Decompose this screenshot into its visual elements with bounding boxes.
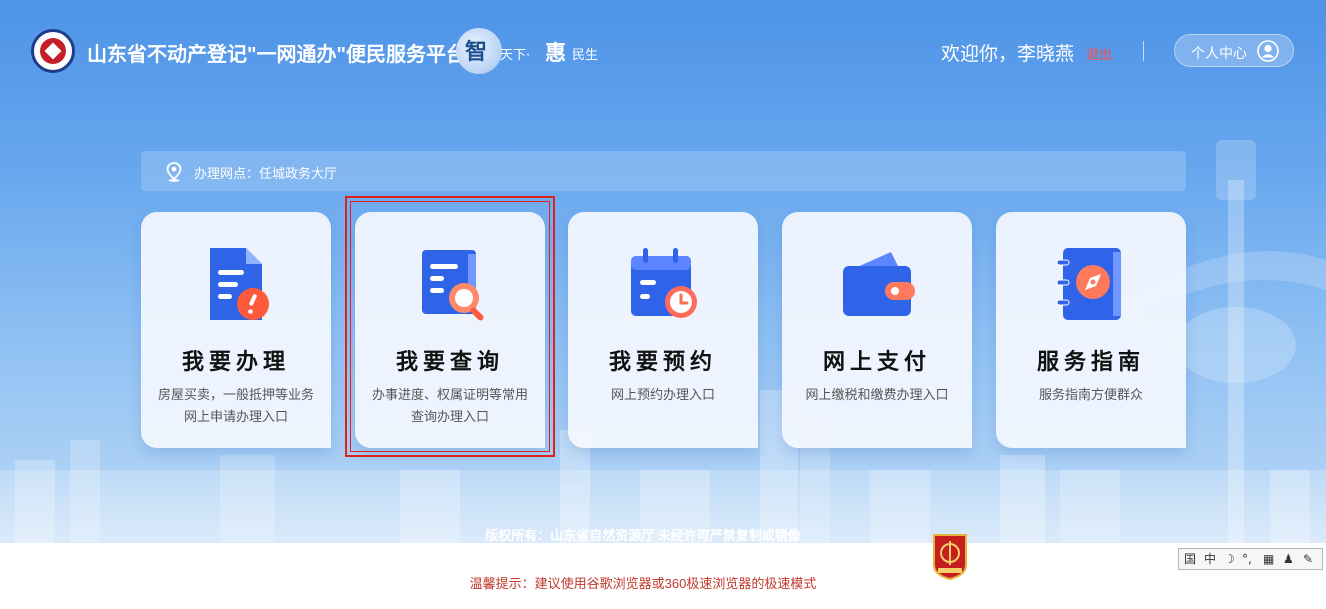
- card-online-payment[interactable]: 网上支付 网上缴税和缴费办理入口: [782, 212, 972, 448]
- logout-link[interactable]: 退出: [1086, 44, 1112, 63]
- service-location-bar: 办理网点：任城政务大厅: [141, 151, 1186, 191]
- slogan-minsheng: 民生: [572, 48, 599, 63]
- ime-punctuation-icon[interactable]: °,: [1242, 550, 1252, 568]
- card-online-payment-title: 网上支付: [822, 349, 931, 374]
- ime-half-width-icon[interactable]: ☽: [1224, 550, 1235, 568]
- header-divider: [1143, 41, 1144, 61]
- wallet-icon: [843, 252, 915, 316]
- document-alert-icon: [210, 248, 269, 320]
- service-location-label: 办理网点：任城政务大厅: [194, 166, 338, 181]
- copyright-notice: 版权所有：山东省自然资源厅 未经许可严禁复制或镜像: [485, 528, 801, 543]
- slogan-hui: 惠: [545, 40, 566, 65]
- slogan-tianxia: 天下·: [500, 48, 531, 63]
- card-apply[interactable]: 我要办理 房屋买卖，一般抵押等业务网上申请办理入口: [141, 212, 331, 448]
- compass-book-icon: [1056, 248, 1121, 320]
- personal-center-button[interactable]: 个人中心: [1174, 34, 1294, 67]
- card-appointment-description: 网上预约办理入口: [610, 387, 715, 402]
- ime-toolbar[interactable]: 国 中 ☽ °, ▦ ♟ ✎: [1178, 548, 1323, 570]
- card-service-guide[interactable]: 服务指南 服务指南方便群众: [996, 212, 1186, 448]
- slogan-zhi: 智: [465, 39, 488, 65]
- ime-chinese-mode-icon[interactable]: 中: [1204, 550, 1216, 568]
- personal-center-label: 个人中心: [1191, 45, 1247, 61]
- card-apply-description: 房屋买卖，一般抵押等业务网上申请办理入口: [157, 387, 314, 424]
- card-appointment-title: 我要预约: [608, 349, 717, 374]
- shandong-real-estate-logo-icon: [31, 29, 75, 73]
- ime-user-icon[interactable]: ♟: [1283, 550, 1294, 568]
- location-pin-icon: [166, 162, 182, 182]
- card-online-payment-description: 网上缴税和缴费办理入口: [805, 387, 949, 402]
- calendar-clock-icon: [631, 248, 697, 318]
- card-service-guide-description: 服务指南方便群众: [1038, 387, 1143, 402]
- user-avatar-icon: [1257, 40, 1279, 62]
- card-service-guide-title: 服务指南: [1036, 349, 1145, 374]
- top-navigation-bar: 山东省不动产登记"一网通办"便民服务平台 智 天下· 惠 民生 欢迎你，李晓燕 …: [0, 0, 1326, 100]
- ime-keyboard-icon[interactable]: ▦: [1263, 550, 1274, 568]
- card-appointment[interactable]: 我要预约 网上预约办理入口: [568, 212, 758, 448]
- welcome-message: 欢迎你，李晓燕: [941, 44, 1075, 65]
- ime-full-width-icon[interactable]: 国: [1184, 550, 1196, 568]
- card-apply-title: 我要办理: [181, 349, 290, 374]
- site-title: 山东省不动产登记"一网通办"便民服务平台: [87, 44, 466, 66]
- ime-settings-icon[interactable]: ✎: [1303, 550, 1313, 568]
- card-query-highlight-frame: [345, 196, 555, 457]
- hero-banner: 山东省不动产登记"一网通办"便民服务平台 智 天下· 惠 民生 欢迎你，李晓燕 …: [0, 0, 1326, 543]
- browser-tip: 温馨提示：建议使用谷歌浏览器或360极速浏览器的极速模式: [469, 576, 817, 591]
